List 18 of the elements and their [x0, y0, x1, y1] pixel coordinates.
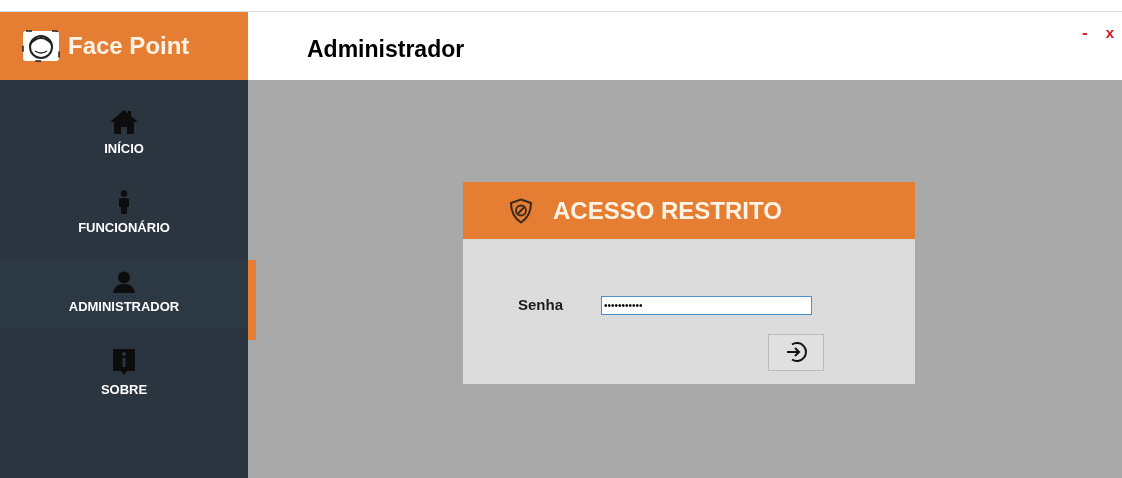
password-field[interactable]: •••••••••••	[601, 295, 812, 315]
dialog-title: ACESSO RESTRITO	[553, 195, 782, 226]
person-icon	[118, 190, 130, 215]
login-button[interactable]	[768, 333, 824, 371]
app-name: Face Point	[68, 31, 190, 61]
face-scan-icon	[22, 30, 60, 62]
info-icon	[112, 348, 136, 377]
enter-icon	[784, 340, 808, 364]
close-button[interactable]: x	[1103, 24, 1116, 41]
page-title: Administrador	[307, 35, 465, 64]
minimize-button[interactable]: -	[1080, 24, 1090, 41]
shield-icon	[509, 197, 533, 224]
sidebar-item[interactable]: FUNCIONÁRIO	[0, 180, 248, 248]
sidebar-item[interactable]: INÍCIO	[0, 100, 248, 168]
house-icon	[109, 109, 139, 136]
user-icon	[112, 271, 136, 294]
field-label: Senha	[518, 295, 563, 315]
sidebar-item[interactable]: SOBRE	[0, 340, 248, 408]
